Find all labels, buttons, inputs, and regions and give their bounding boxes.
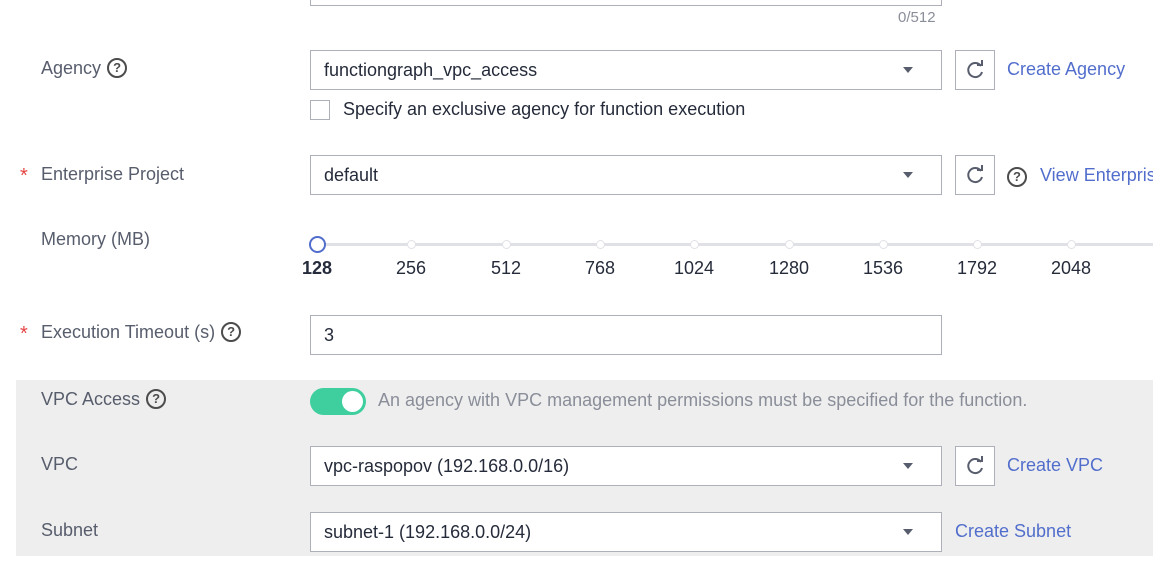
memory-slider-handle[interactable] <box>309 236 326 253</box>
memory-slider-tick[interactable] <box>690 240 699 249</box>
subnet-select[interactable]: subnet-1 (192.168.0.0/24) <box>310 512 942 552</box>
chevron-down-icon <box>903 529 913 535</box>
agency-label-text: Agency <box>41 58 102 78</box>
memory-slider-tick[interactable] <box>407 240 416 249</box>
subnet-select-value: subnet-1 (192.168.0.0/24) <box>324 522 532 542</box>
enterprise-project-refresh-button[interactable] <box>955 155 995 195</box>
agency-refresh-button[interactable] <box>955 50 995 90</box>
vpc-access-note: An agency with VPC management permission… <box>378 390 1028 410</box>
enterprise-project-value: default <box>324 165 379 185</box>
vpc-access-toggle[interactable] <box>310 388 366 415</box>
agency-select[interactable]: functiongraph_vpc_access <box>310 50 942 90</box>
memory-slider-track[interactable] <box>317 243 1153 246</box>
enterprise-project-label: Enterprise Project <box>41 164 185 184</box>
memory-slider-tick[interactable] <box>596 240 605 249</box>
exclusive-agency-checkbox-label: Specify an exclusive agency for function… <box>343 99 746 119</box>
execution-timeout-label: Execution Timeout (s)? <box>41 322 242 343</box>
memory-option-label[interactable]: 1536 <box>863 258 903 279</box>
memory-option-label[interactable]: 256 <box>396 258 426 279</box>
execution-timeout-label-text: Execution Timeout (s) <box>41 322 216 342</box>
required-mark: * <box>20 323 28 345</box>
toggle-knob <box>342 391 363 412</box>
create-agency-link[interactable]: Create Agency <box>1007 59 1125 80</box>
chevron-down-icon <box>903 67 913 73</box>
create-subnet-link[interactable]: Create Subnet <box>955 521 1071 542</box>
memory-slider-tick[interactable] <box>879 240 888 249</box>
vpc-access-label-text: VPC Access <box>41 389 141 409</box>
memory-label: Memory (MB) <box>41 229 150 249</box>
subnet-label: Subnet <box>41 520 99 540</box>
execution-timeout-input[interactable]: 3 <box>310 315 942 355</box>
refresh-icon <box>967 60 983 79</box>
memory-option-label[interactable]: 128 <box>302 258 332 279</box>
memory-slider-tick[interactable] <box>785 240 794 249</box>
memory-slider-tick[interactable] <box>1067 240 1076 249</box>
memory-slider-tick[interactable] <box>973 240 982 249</box>
memory-option-label[interactable]: 512 <box>491 258 521 279</box>
refresh-icon <box>967 165 983 184</box>
memory-option-label[interactable]: 1280 <box>769 258 809 279</box>
vpc-access-label: VPC Access? <box>41 389 167 410</box>
required-mark: * <box>20 165 28 187</box>
enterprise-project-select[interactable]: default <box>310 155 942 195</box>
vpc-label: VPC <box>41 454 79 474</box>
help-icon[interactable]: ? <box>1007 167 1027 187</box>
vpc-select-value: vpc-raspopov (192.168.0.0/16) <box>324 456 570 476</box>
agency-select-value: functiongraph_vpc_access <box>324 60 538 80</box>
memory-option-label[interactable]: 2048 <box>1051 258 1091 279</box>
vpc-refresh-button[interactable] <box>955 446 995 486</box>
agency-label: Agency? <box>41 58 128 79</box>
description-textarea[interactable] <box>310 0 942 6</box>
memory-slider-tick[interactable] <box>502 240 511 249</box>
help-icon[interactable]: ? <box>107 58 128 78</box>
memory-option-label[interactable]: 768 <box>585 258 615 279</box>
vpc-select[interactable]: vpc-raspopov (192.168.0.0/16) <box>310 446 942 486</box>
help-icon[interactable]: ? <box>146 389 167 409</box>
description-counter: 0/512 <box>898 9 936 26</box>
refresh-icon <box>967 456 983 475</box>
help-icon[interactable]: ? <box>221 322 242 342</box>
chevron-down-icon <box>903 463 913 469</box>
chevron-down-icon <box>903 172 913 178</box>
memory-option-label[interactable]: 1024 <box>674 258 714 279</box>
execution-timeout-value: 3 <box>324 325 335 345</box>
view-enterprise-project-link[interactable]: View Enterpris <box>1040 165 1153 186</box>
create-vpc-link[interactable]: Create VPC <box>1007 455 1103 476</box>
memory-option-label[interactable]: 1792 <box>957 258 997 279</box>
exclusive-agency-checkbox[interactable] <box>310 100 330 120</box>
